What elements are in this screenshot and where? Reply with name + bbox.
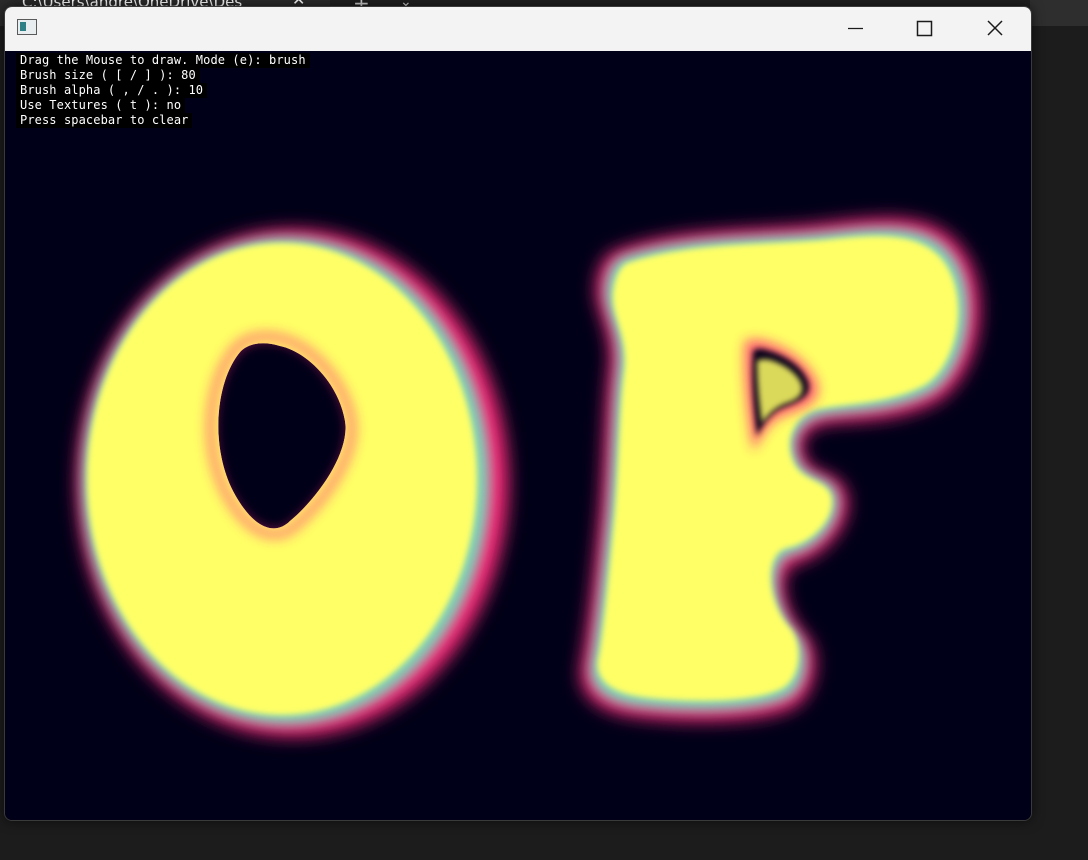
letter-o-stroke bbox=[78, 230, 508, 736]
close-button[interactable] bbox=[960, 7, 1030, 51]
instruction-textures-line: Use Textures ( t ): no bbox=[16, 98, 186, 113]
letter-f-stroke bbox=[581, 218, 980, 721]
instruction-brush-alpha-line: Brush alpha ( , / . ): 10 bbox=[16, 83, 208, 98]
drawing-canvas[interactable]: Drag the Mouse to draw. Mode (e): brush … bbox=[5, 51, 1031, 820]
minimize-button[interactable] bbox=[820, 7, 890, 51]
app-window: Drag the Mouse to draw. Mode (e): brush … bbox=[4, 6, 1032, 821]
instruction-clear-line: Press spacebar to clear bbox=[16, 113, 193, 128]
instruction-brush-size-line: Brush size ( [ / ] ): 80 bbox=[16, 68, 200, 83]
window-titlebar[interactable] bbox=[5, 7, 1031, 51]
brush-strokes-drawing bbox=[78, 218, 980, 736]
maximize-icon bbox=[916, 20, 933, 37]
instructions-overlay: Drag the Mouse to draw. Mode (e): brush … bbox=[16, 53, 310, 128]
background-window-strip bbox=[1030, 0, 1088, 26]
minimize-icon bbox=[848, 27, 863, 30]
maximize-button[interactable] bbox=[889, 7, 959, 51]
app-window-icon[interactable] bbox=[17, 19, 37, 35]
close-icon bbox=[987, 20, 1003, 36]
instruction-mode-line: Drag the Mouse to draw. Mode (e): brush bbox=[16, 53, 310, 68]
